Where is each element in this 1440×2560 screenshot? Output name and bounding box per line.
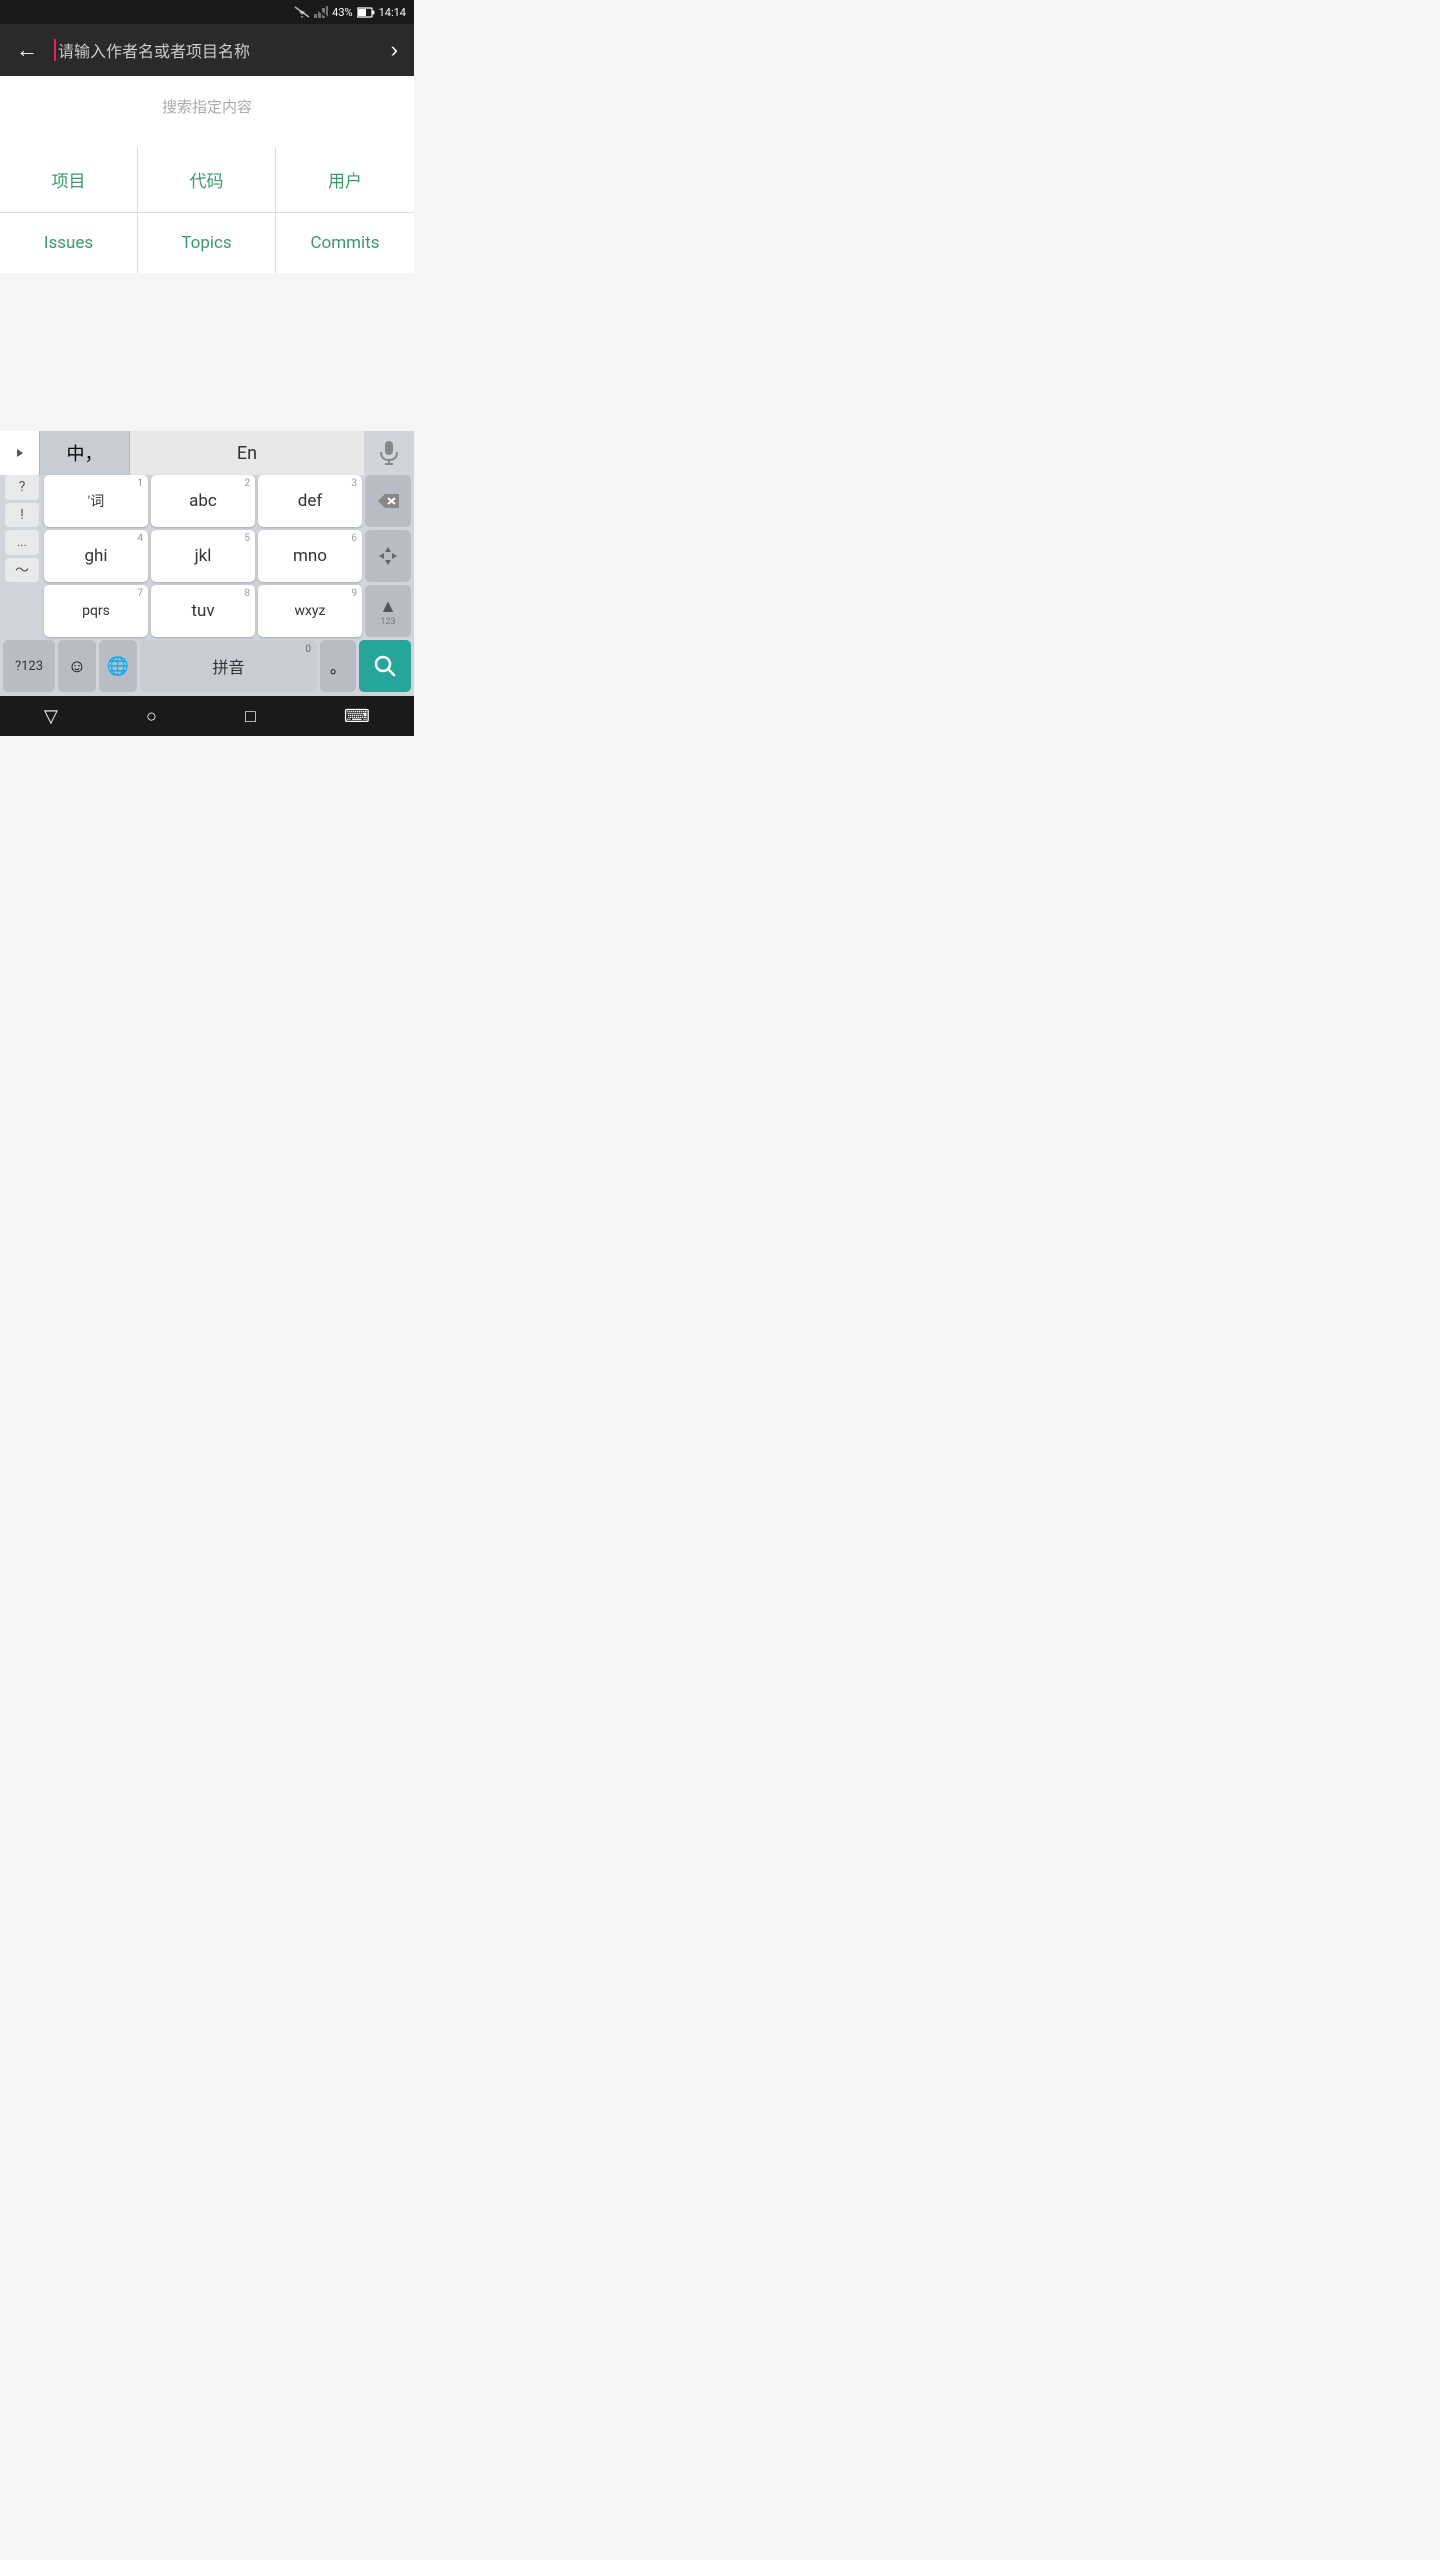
search-placeholder: 请输入作者名或者项目名称 xyxy=(58,38,250,62)
key-pqrs[interactable]: 7 pqrs xyxy=(44,585,148,637)
language-selector-row: 中， En xyxy=(0,431,414,475)
status-bar: 43% 14:14 xyxy=(0,0,414,24)
key-main-row-1: 1 '词 2 abc 3 def xyxy=(44,475,362,527)
key-exclaim[interactable]: ! xyxy=(5,503,39,528)
nav-keyboard-button[interactable]: ⌨ xyxy=(328,700,386,733)
nav-back-button[interactable]: ▽ xyxy=(28,700,74,733)
emoji-key[interactable]: ☺ xyxy=(58,640,96,692)
time-display: 14:14 xyxy=(379,6,406,19)
keyboard-row-3: 7 pqrs 8 tuv 9 wxyz ▲ 123 xyxy=(0,585,414,637)
keyboard-row-2: ... ～ 4 ghi 5 jkl 6 mno xyxy=(0,530,414,582)
nav-recent-button[interactable]: □ xyxy=(229,700,272,733)
microphone-icon xyxy=(379,441,399,465)
keyboard: 中， En ? ! 1 '词 2 abc 3 xyxy=(0,431,414,696)
keyboard-bottom-row: ?123 ☺ 🌐 拼音 0 。 xyxy=(0,640,414,692)
key-tilde[interactable]: ～ xyxy=(5,558,39,583)
key-ellipsis[interactable]: ... xyxy=(5,530,39,555)
side-keys-col-2: ... ～ xyxy=(3,530,41,582)
key-main-row-2: 4 ghi 5 jkl 6 mno xyxy=(44,530,362,582)
english-lang-button[interactable]: En xyxy=(130,431,364,475)
key-def[interactable]: 3 def xyxy=(258,475,362,527)
forward-button[interactable]: › xyxy=(387,33,402,67)
delete-key[interactable] xyxy=(365,475,411,527)
nav-home-button[interactable]: ○ xyxy=(130,700,173,733)
key-tuv[interactable]: 8 tuv xyxy=(151,585,255,637)
key-main-row-3: 7 pqrs 8 tuv 9 wxyz xyxy=(44,585,362,637)
category-item-4[interactable]: Topics xyxy=(138,213,276,273)
pinyin-key[interactable]: 拼音 0 xyxy=(140,640,317,692)
search-container[interactable]: 请输入作者名或者项目名称 xyxy=(54,38,375,62)
key-wxyz[interactable]: 9 wxyz xyxy=(258,585,362,637)
chinese-lang-button[interactable]: 中， xyxy=(40,431,130,475)
delete-icon xyxy=(377,493,399,509)
signal-icon xyxy=(314,6,328,18)
battery-percent: 43% xyxy=(332,6,352,19)
category-item-5[interactable]: Commits xyxy=(276,213,414,273)
expand-icon xyxy=(13,446,27,460)
key-mno[interactable]: 6 mno xyxy=(258,530,362,582)
category-item-3[interactable]: Issues xyxy=(0,213,138,273)
search-cursor xyxy=(54,39,56,61)
period-key[interactable]: 。 xyxy=(320,640,356,692)
side-keys-col-1: ? ! xyxy=(3,475,41,527)
battery-icon xyxy=(357,7,375,18)
empty-side-col xyxy=(3,585,41,637)
globe-key[interactable]: 🌐 xyxy=(99,640,137,692)
pinyin-badge: 0 xyxy=(305,644,311,655)
category-item-0[interactable]: 项目 xyxy=(0,147,138,213)
top-bar: ← 请输入作者名或者项目名称 › xyxy=(0,24,414,76)
key-abc[interactable]: 2 abc xyxy=(151,475,255,527)
cursor-move-key[interactable] xyxy=(365,530,411,582)
keyboard-expand-button[interactable] xyxy=(0,431,40,475)
search-submit-key[interactable] xyxy=(359,640,411,692)
category-item-1[interactable]: 代码 xyxy=(138,147,276,213)
shift-key[interactable]: ▲ 123 xyxy=(365,585,411,637)
key-ci[interactable]: 1 '词 xyxy=(44,475,148,527)
cursor-move-icon xyxy=(377,545,399,567)
microphone-button[interactable] xyxy=(364,431,414,475)
back-button[interactable]: ← xyxy=(12,33,42,67)
key-ghi[interactable]: 4 ghi xyxy=(44,530,148,582)
status-icons: 43% 14:14 xyxy=(294,6,406,19)
key-question[interactable]: ? xyxy=(5,475,39,500)
navigation-bar: ▽ ○ □ ⌨ xyxy=(0,696,414,736)
wifi-icon xyxy=(294,6,310,18)
key-jkl[interactable]: 5 jkl xyxy=(151,530,255,582)
category-item-2[interactable]: 用户 xyxy=(276,147,414,213)
num-sym-key[interactable]: ?123 xyxy=(3,640,55,692)
category-grid: 项目 代码 用户 Issues Topics Commits xyxy=(0,147,414,273)
keyboard-row-1: ? ! 1 '词 2 abc 3 def xyxy=(0,475,414,527)
search-icon xyxy=(374,655,396,677)
search-hint: 搜索指定内容 xyxy=(0,76,414,137)
main-content: 搜索指定内容 项目 代码 用户 Issues Topics Commits xyxy=(0,76,414,273)
